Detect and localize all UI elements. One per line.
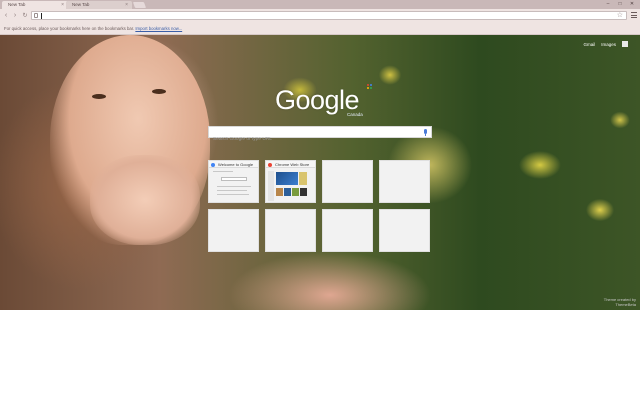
theme-credit-author[interactable]: ThemeBeta	[604, 302, 636, 307]
bookmarks-bar: For quick access, place your bookmarks h…	[0, 22, 640, 35]
tile-header: Chrome Web Store	[266, 161, 315, 168]
minimize-button[interactable]: –	[602, 0, 614, 8]
apps-icon[interactable]	[622, 41, 628, 47]
images-link[interactable]: Images	[601, 42, 616, 47]
tab-label: New Tab	[72, 2, 90, 7]
maximize-button[interactable]: □	[614, 0, 626, 8]
tab-strip: New Tab × New Tab × – □ ✕	[0, 0, 640, 9]
favicon	[268, 162, 272, 167]
google-region-label: Canada	[347, 112, 363, 117]
tile-empty[interactable]	[322, 160, 373, 203]
ntp-header-links: Gmail Images	[583, 41, 628, 47]
tile-empty[interactable]	[379, 160, 430, 203]
tile-thumbnail	[266, 168, 315, 202]
toolbar: ‹ › ↻ ☆	[0, 9, 640, 22]
tab-close-icon[interactable]: ×	[61, 1, 64, 9]
tile-empty[interactable]	[379, 209, 430, 252]
tile-empty[interactable]	[208, 209, 259, 252]
tab-new-tab[interactable]: New Tab ×	[66, 1, 132, 9]
search-input[interactable]	[209, 134, 409, 145]
background-photo-eye	[92, 94, 106, 99]
page-icon	[34, 13, 38, 18]
tab-close-icon[interactable]: ×	[125, 1, 128, 9]
close-button[interactable]: ✕	[626, 0, 638, 8]
tile-empty[interactable]	[322, 209, 373, 252]
tile-title: Chrome Web Store	[275, 162, 310, 167]
mic-icon[interactable]	[424, 129, 427, 136]
background-photo-eye	[152, 89, 166, 94]
tab-label: New Tab	[8, 2, 26, 7]
favicon	[211, 162, 215, 167]
star-icon[interactable]: ☆	[617, 11, 623, 19]
tab-new-tab-active[interactable]: New Tab ×	[2, 1, 68, 9]
background-photo-hand	[90, 155, 200, 245]
tile-title: Welcome to Google	[218, 162, 254, 167]
bookmarks-bar-message: For quick access, place your bookmarks h…	[4, 26, 136, 31]
search-box[interactable]	[208, 126, 432, 145]
menu-icon[interactable]	[631, 12, 637, 20]
reload-button[interactable]: ↻	[21, 12, 29, 20]
text-caret	[41, 13, 42, 19]
theme-credit: Theme created by ThemeBeta	[604, 297, 636, 307]
import-bookmarks-link[interactable]: Import bookmarks now...	[135, 26, 182, 31]
tile-header: Welcome to Google	[209, 161, 258, 168]
new-tab-page: Gmail Images Google Canada Welcome to Go…	[0, 35, 640, 310]
new-tab-button[interactable]	[132, 2, 147, 8]
omnibox[interactable]: ☆	[31, 11, 627, 20]
forward-button[interactable]: ›	[11, 12, 19, 20]
tile-welcome-to-google[interactable]: Welcome to Google	[208, 160, 259, 203]
tile-chrome-web-store[interactable]: Chrome Web Store	[265, 160, 316, 203]
back-button[interactable]: ‹	[2, 12, 10, 20]
gmail-link[interactable]: Gmail	[583, 42, 595, 47]
google-doodle-dots	[367, 84, 372, 89]
window-controls: – □ ✕	[602, 0, 638, 8]
tile-thumbnail	[209, 168, 258, 202]
tile-empty[interactable]	[265, 209, 316, 252]
